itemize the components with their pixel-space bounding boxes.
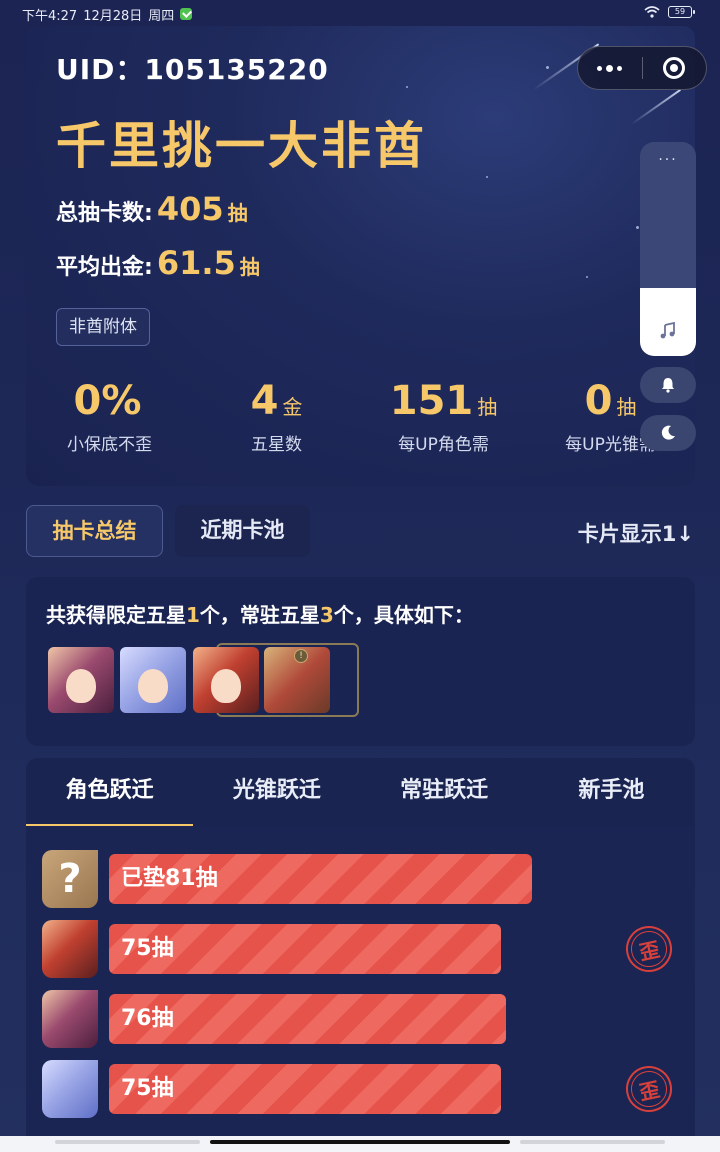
- notification-button[interactable]: [640, 367, 696, 403]
- metric-unit: 抽: [616, 395, 637, 419]
- summary-suffix: 个，具体如下：: [333, 603, 474, 627]
- himeko-avatar-icon: [42, 920, 98, 978]
- close-miniprogram-button[interactable]: [643, 47, 707, 89]
- tab-recent-pools[interactable]: 近期卡池: [175, 505, 310, 557]
- lost-50-50-stamp: 歪: [621, 1061, 677, 1117]
- nav-line-right: [520, 1140, 665, 1144]
- status-weekday: 周四: [148, 8, 175, 24]
- metrics-row: 0% 小保底不歪 4金 五星数 151 抽 每UP角色需 0抽 每UP光锥需: [26, 376, 695, 455]
- metric-label: 每UP角色需: [398, 435, 489, 455]
- total-pulls-label: 总抽卡数:: [56, 201, 153, 226]
- metric-unit: 抽: [477, 395, 498, 419]
- avg-gold-unit: 抽: [239, 255, 260, 279]
- tab-pull-summary[interactable]: 抽卡总结: [26, 505, 163, 557]
- metric-value: 4: [250, 378, 279, 424]
- metric-value: 0%: [73, 378, 142, 424]
- target-icon: [663, 57, 686, 79]
- luck-title: 千里挑一大非酋: [56, 117, 427, 175]
- tab-character-warp[interactable]: 角色跃迁: [26, 758, 194, 826]
- wifi-icon: [644, 6, 660, 18]
- dark-mode-button[interactable]: [640, 415, 696, 451]
- metric-five-star-count: 4金 五星数: [193, 376, 360, 455]
- metric-value: 0: [584, 378, 613, 424]
- standard-count: 3: [319, 603, 334, 627]
- total-pulls-unit: 抽: [227, 201, 248, 225]
- pull-bar: 76抽: [109, 994, 506, 1044]
- pull-bar: 已垫81抽: [109, 854, 532, 904]
- nav-line-left: [55, 1140, 200, 1144]
- avatar-himeko[interactable]: [193, 647, 259, 713]
- volume-slider[interactable]: ···: [640, 142, 696, 356]
- limited-count: 1: [186, 603, 200, 627]
- metric-value: 151: [389, 378, 474, 424]
- metric-label: 五星数: [251, 435, 302, 455]
- total-pulls-value: 405: [156, 190, 224, 228]
- more-menu-button[interactable]: [578, 47, 642, 89]
- metric-unit: 金: [282, 395, 303, 419]
- avg-gold-label: 平均出金:: [56, 255, 153, 280]
- avatar-kafka[interactable]: [48, 647, 114, 713]
- kafka-avatar-icon: [42, 990, 98, 1048]
- light-cone-badge: !: [294, 649, 308, 663]
- more-dots-icon: [597, 64, 623, 72]
- side-more-icon: ···: [658, 152, 678, 168]
- battery-icon: 59: [668, 6, 695, 18]
- luck-tag: 非酋附体: [56, 308, 150, 346]
- moon-icon: [661, 425, 675, 440]
- avg-gold-value: 61.5: [156, 244, 236, 282]
- unknown-character-icon: ?: [42, 850, 98, 908]
- summary-prefix: 共获得限定五星: [46, 603, 186, 627]
- bell-icon: [662, 378, 674, 393]
- lost-50-50-stamp: 歪: [621, 921, 677, 977]
- wechat-notification-icon: [180, 8, 193, 20]
- user-uid: UID：105135220: [56, 53, 329, 86]
- summary-text: 共获得限定五星1个，常驻五星3个，具体如下：: [46, 599, 474, 628]
- total-pulls-stat: 总抽卡数: 405 抽: [56, 190, 248, 228]
- pull-bar: 75抽: [109, 924, 501, 974]
- home-indicator[interactable]: [210, 1140, 510, 1144]
- tab-beginner-warp[interactable]: 新手池: [528, 758, 695, 826]
- status-time: 下午4:27: [22, 8, 78, 24]
- pool-history-panel: 角色跃迁 光锥跃迁 常驻跃迁 新手池 ? 已垫81抽 75抽 歪 76抽 75抽…: [26, 758, 695, 1152]
- metric-pulls-per-up-character: 151 抽 每UP角色需: [360, 376, 527, 455]
- status-right: 59: [644, 6, 695, 18]
- pull-bar: 75抽: [109, 1064, 501, 1114]
- miniprogram-capsule: [577, 46, 707, 90]
- music-icon: [660, 322, 675, 339]
- stats-header-card: UID：105135220 千里挑一大非酋 总抽卡数: 405 抽 平均出金: 61.…: [26, 26, 695, 486]
- metric-label: 小保底不歪: [67, 435, 152, 455]
- status-date: 12月28日: [83, 8, 143, 24]
- avg-gold-stat: 平均出金: 61.5 抽: [56, 244, 260, 282]
- pool-tabs: 角色跃迁 光锥跃迁 常驻跃迁 新手池: [26, 758, 695, 826]
- tab-light-cone-warp[interactable]: 光锥跃迁: [193, 758, 360, 826]
- metric-50-50-win-rate: 0% 小保底不歪: [26, 376, 193, 455]
- card-display-toggle[interactable]: 卡片显示1↓: [578, 518, 694, 548]
- status-bar: 下午4:27 12月28日 周四: [0, 0, 720, 28]
- bronya-avatar-icon: [42, 1060, 98, 1118]
- five-star-summary-card: 共获得限定五星1个，常驻五星3个，具体如下： !: [26, 577, 695, 746]
- summary-mid: 个，常驻五星: [199, 603, 320, 627]
- avatar-bronya[interactable]: [120, 647, 186, 713]
- tab-standard-warp[interactable]: 常驻跃迁: [361, 758, 528, 826]
- system-nav-bar: [0, 1136, 720, 1152]
